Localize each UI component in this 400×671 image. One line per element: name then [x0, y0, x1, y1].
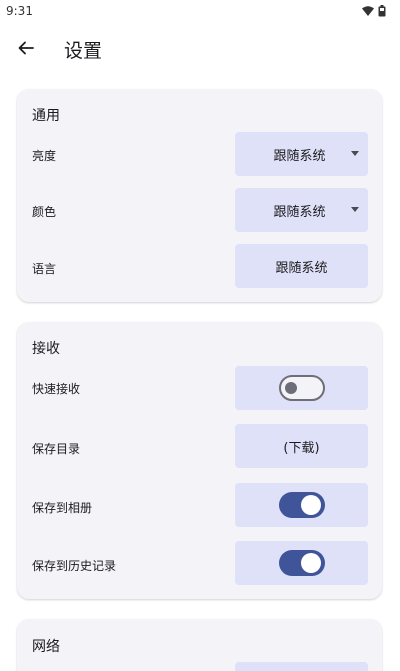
receive-section-title: 接收: [32, 341, 60, 357]
app-bar: 设置: [0, 24, 400, 72]
language-value: 跟随系统: [275, 260, 328, 276]
receive-settings-card: 接收 快速接收 保存目录 (下载) 保存到相册 保存到历史记录: [17, 322, 382, 599]
save-to-history-label: 保存到历史记录: [32, 559, 117, 573]
brightness-dropdown[interactable]: 跟随系统: [235, 132, 368, 176]
save-to-album-toggle-area[interactable]: [235, 483, 368, 527]
switch-knob: [284, 382, 297, 394]
general-settings-card: 通用 亮度 跟随系统 颜色 跟随系统 语言 跟随系统: [17, 89, 382, 302]
network-settings-card: 网络: [17, 619, 382, 671]
language-button[interactable]: 跟随系统: [235, 244, 368, 288]
network-section-title: 网络: [32, 639, 60, 655]
general-section-title: 通用: [32, 108, 60, 124]
status-icons: [362, 5, 386, 17]
network-control[interactable]: [235, 662, 368, 671]
switch-knob: [300, 495, 321, 515]
quick-receive-toggle-area[interactable]: [235, 366, 368, 410]
status-bar: 9:31: [0, 0, 400, 24]
wifi-icon: [362, 6, 374, 16]
chevron-down-icon: [351, 207, 359, 212]
language-label: 语言: [32, 262, 57, 276]
save-to-history-switch[interactable]: [278, 550, 325, 576]
switch-knob: [300, 553, 321, 573]
save-dir-value: (下载): [283, 440, 320, 456]
color-value: 跟随系统: [273, 204, 326, 220]
save-to-album-label: 保存到相册: [32, 501, 93, 515]
status-time: 9:31: [6, 4, 33, 18]
battery-icon: [378, 5, 386, 17]
brightness-label: 亮度: [32, 149, 57, 163]
save-dir-button[interactable]: (下载): [235, 424, 368, 468]
save-dir-label: 保存目录: [32, 442, 81, 456]
back-button[interactable]: [10, 32, 42, 64]
arrow-left-icon: [18, 41, 34, 55]
save-to-history-toggle-area[interactable]: [235, 541, 368, 585]
color-dropdown[interactable]: 跟随系统: [235, 188, 368, 232]
quick-receive-label: 快速接收: [32, 382, 81, 396]
color-label: 颜色: [32, 205, 57, 219]
brightness-value: 跟随系统: [273, 148, 326, 164]
save-to-album-switch[interactable]: [278, 492, 325, 518]
quick-receive-switch[interactable]: [278, 375, 325, 401]
page-title: 设置: [64, 40, 103, 62]
chevron-down-icon: [351, 151, 359, 156]
